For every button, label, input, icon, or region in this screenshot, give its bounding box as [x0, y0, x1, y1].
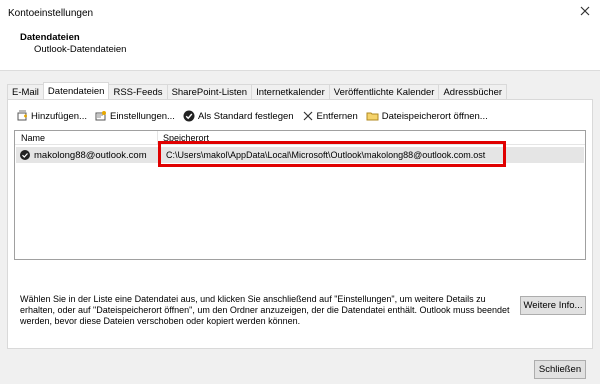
remove-icon — [303, 111, 312, 121]
close-icon[interactable] — [578, 4, 592, 18]
set-default-button[interactable]: Als Standard festlegen — [183, 110, 294, 122]
header-title: Datendateien — [20, 32, 80, 43]
open-location-button[interactable]: Dateispeicherort öffnen... — [366, 110, 488, 122]
row-name: makolong88@outlook.com — [34, 150, 147, 161]
header-subtitle: Outlook-Datendateien — [34, 44, 127, 55]
tab-internet-calendars[interactable]: Internetkalender — [251, 84, 330, 99]
remove-button[interactable]: Entfernen — [302, 110, 358, 122]
settings-icon — [95, 111, 106, 121]
window-title: Kontoeinstellungen — [8, 8, 94, 19]
data-file-list[interactable]: Name Speicherort makolong88@outlook.com … — [14, 130, 586, 260]
more-info-button[interactable]: Weitere Info... — [520, 296, 586, 315]
column-header-name[interactable]: Name — [21, 133, 45, 143]
description-text: Wählen Sie in der Liste eine Datendatei … — [20, 294, 510, 326]
list-row[interactable]: makolong88@outlook.com C:\Users\makol\Ap… — [16, 141, 584, 167]
default-account-icon — [20, 150, 30, 160]
close-button[interactable]: Schließen — [534, 360, 586, 379]
settings-button[interactable]: Einstellungen... — [95, 110, 175, 122]
checkmark-icon — [183, 110, 195, 122]
location-highlight-box — [158, 141, 506, 167]
add-label: Hinzufügen... — [31, 110, 87, 122]
open-location-label: Dateispeicherort öffnen... — [381, 110, 488, 122]
dialog-header: Datendateien Outlook-Datendateien — [0, 26, 600, 70]
set-default-label: Als Standard festlegen — [197, 110, 294, 122]
tab-data-files[interactable]: Datendateien — [42, 82, 110, 99]
toolbar: Hinzufügen... Einstellungen... Als Stand… — [16, 108, 496, 124]
settings-label: Einstellungen... — [109, 110, 175, 122]
tab-sharepoint-lists[interactable]: SharePoint-Listen — [166, 84, 253, 99]
title-bar: Kontoeinstellungen — [0, 0, 600, 26]
tab-email[interactable]: E-Mail — [7, 84, 44, 99]
folder-icon — [366, 112, 379, 121]
add-button[interactable]: Hinzufügen... — [16, 110, 87, 122]
tab-panel: Hinzufügen... Einstellungen... Als Stand… — [7, 99, 593, 349]
tab-strip: E-Mail Datendateien RSS-Feeds SharePoint… — [7, 82, 508, 99]
add-icon — [17, 110, 27, 121]
tab-address-books[interactable]: Adressbücher — [438, 84, 508, 99]
remove-label: Entfernen — [316, 110, 358, 122]
dialog-body: E-Mail Datendateien RSS-Feeds SharePoint… — [0, 70, 600, 384]
tab-rss-feeds[interactable]: RSS-Feeds — [108, 84, 168, 99]
tab-published-calendars[interactable]: Veröffentlichte Kalender — [328, 84, 440, 99]
